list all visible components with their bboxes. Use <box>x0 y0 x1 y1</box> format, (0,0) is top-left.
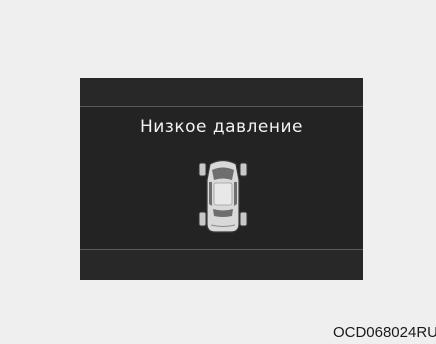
display-bottom-band <box>80 249 363 280</box>
display-top-band <box>80 78 363 107</box>
cluster-display: Низкое давление <box>80 78 363 280</box>
warning-message: Низкое давление <box>139 117 304 137</box>
car-tire-pressure-icon <box>198 159 248 233</box>
figure-reference-code: OCD068024RU <box>332 324 436 341</box>
